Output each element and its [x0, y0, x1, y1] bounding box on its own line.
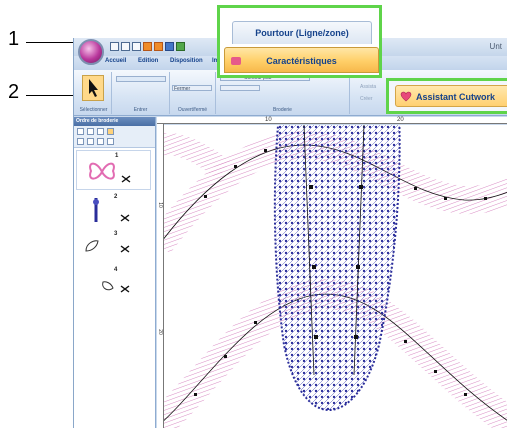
list-item[interactable]: 1: [76, 150, 151, 190]
redo-icon[interactable]: [154, 42, 163, 51]
save-file-icon[interactable]: [132, 42, 141, 51]
callout-number-1: 1: [8, 28, 20, 50]
arrow-icon[interactable]: [176, 42, 185, 51]
ruler-vertical: 10 20: [157, 124, 164, 428]
group-enter: Entrer: [112, 72, 170, 114]
panel-tool-icon[interactable]: [107, 128, 114, 135]
tab-disposition[interactable]: Disposition: [170, 58, 203, 64]
panel-tool-icon[interactable]: [97, 128, 104, 135]
group-label-open-close: Ouvert/fermé: [177, 107, 208, 113]
group-open-close: Fermer Ouvert/fermé: [170, 72, 216, 114]
panel-tool-icon[interactable]: [107, 138, 114, 145]
dropdown-icon[interactable]: [165, 42, 174, 51]
tab-outline-line-zone[interactable]: Pourtour (Ligne/zone): [232, 21, 372, 44]
list-item-number: 3: [114, 231, 118, 237]
list-item-number: 1: [115, 153, 119, 159]
pink-satin-band: [164, 133, 231, 179]
scissors-icon: [120, 285, 130, 293]
list-item-number: 4: [114, 267, 118, 273]
panel-tool-icon[interactable]: [77, 128, 84, 135]
scissors-icon: [120, 245, 130, 253]
group-label-enter: Entrer: [133, 107, 148, 113]
tab-accueil[interactable]: Accueil: [105, 58, 126, 64]
blue-fill-shape: [273, 125, 401, 412]
callout-box-context-tabs: Pourtour (Ligne/zone) Caractéristiques: [217, 5, 382, 78]
tab-edition[interactable]: Edition: [138, 58, 158, 64]
embroidery-order-panel: Ordre de broderie 1 2 3 4: [74, 117, 156, 428]
callout-number-2: 2: [8, 81, 20, 103]
callout-box-cutwork: Assistant Cutwork: [386, 78, 507, 114]
wizard-short-label[interactable]: Assista: [360, 84, 376, 90]
heart-icon: [400, 91, 412, 102]
panel-tool-icon[interactable]: [77, 138, 84, 145]
leaf-outline-icon: [85, 240, 99, 252]
butterfly-outline-icon: [89, 162, 115, 180]
list-item-number: 2: [114, 194, 118, 200]
group-select: Sélectionner: [76, 72, 112, 114]
group-label-select: Sélectionner: [79, 107, 108, 113]
quick-access-toolbar: [110, 42, 185, 51]
ruler-label: 10: [156, 202, 163, 208]
scissors-icon: [121, 175, 131, 183]
group-wizard: Assista Créer: [350, 72, 390, 114]
enter-tools-row[interactable]: [116, 76, 166, 82]
embroidery-design: [164, 125, 507, 428]
context-tab-icon: [231, 57, 241, 65]
ruler-label: 20: [397, 117, 404, 123]
group-label-embroidery: Broderie: [273, 107, 292, 113]
cutwork-wizard-button[interactable]: Assistant Cutwork: [395, 85, 507, 107]
scissors-icon: [120, 214, 130, 222]
panel-tool-icon[interactable]: [97, 138, 104, 145]
window-title: Unt: [489, 42, 502, 51]
color-swatch-combo[interactable]: [220, 85, 260, 91]
panel-tool-icon[interactable]: [87, 138, 94, 145]
pointer-arrow-icon: [89, 79, 98, 97]
petal-outline-icon: [102, 281, 114, 291]
panel-title: Ordre de broderie: [74, 117, 155, 126]
panel-toolbar: [74, 126, 155, 148]
tab-properties[interactable]: Caractéristiques: [224, 47, 379, 73]
open-file-icon[interactable]: [121, 42, 130, 51]
list-item[interactable]: 3: [76, 231, 151, 265]
close-dropdown-label: Fermer: [174, 86, 191, 92]
ruler-label: 20: [156, 329, 163, 335]
new-file-icon[interactable]: [110, 42, 119, 51]
screenshot-stage: 1 2 Unt Accueil Edition Disposition Im S…: [0, 0, 507, 428]
needle-icon: [93, 198, 99, 222]
design-canvas[interactable]: [164, 125, 507, 428]
list-item[interactable]: 2: [76, 192, 151, 230]
tab-properties-label: Caractéristiques: [266, 56, 337, 66]
application-orb-button[interactable]: [78, 39, 104, 65]
panel-tool-icon[interactable]: [87, 128, 94, 135]
undo-icon[interactable]: [143, 42, 152, 51]
ruler-label: 10: [265, 117, 272, 123]
ruler-horizontal: 10 20: [157, 117, 507, 124]
group-embroidery: Contour plat Broderie: [216, 72, 350, 114]
list-item[interactable]: 4: [76, 267, 151, 301]
create-short-label[interactable]: Créer: [360, 96, 373, 102]
cutwork-wizard-label: Assistant Cutwork: [416, 92, 496, 102]
select-arrow-button[interactable]: [82, 75, 104, 101]
